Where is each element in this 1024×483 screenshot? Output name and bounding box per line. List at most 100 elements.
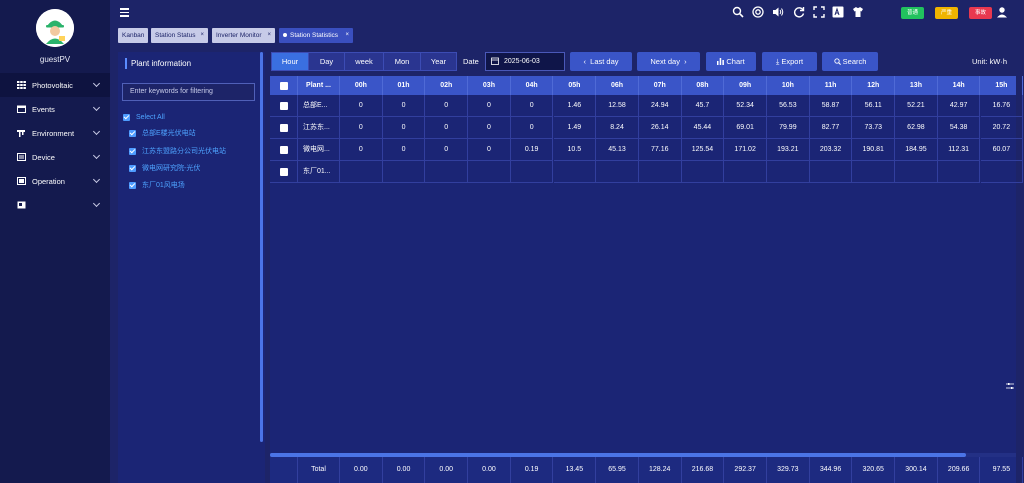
chevron-down-icon (92, 151, 101, 160)
value-cell: 24.94 (638, 95, 682, 117)
column-header[interactable]: 03h (468, 76, 511, 95)
column-header[interactable]: Plant ... (298, 76, 340, 95)
checkbox-checked-icon (129, 164, 136, 172)
refresh-icon[interactable] (793, 6, 805, 18)
value-cell: 0 (425, 95, 469, 117)
language-icon[interactable] (832, 6, 844, 18)
tab-station-statistics[interactable]: Station Statistics × (279, 28, 353, 43)
period-hour-button[interactable]: Hour (271, 52, 309, 71)
date-picker-input[interactable]: 2025-06-03 (485, 52, 565, 71)
table-row[interactable]: 东厂01... (270, 161, 1024, 183)
close-icon[interactable]: × (345, 28, 349, 43)
column-header[interactable]: 06h (596, 76, 639, 95)
plant-tree-item[interactable]: 东厂01风电场 (129, 179, 185, 191)
sidebar-item-device[interactable]: Device (0, 145, 110, 169)
column-settings-icon[interactable] (1006, 382, 1014, 390)
table-row[interactable]: 微电网... 0 0 0 0 0.19 10.5 45.13 77.16 125.54 171.02… (270, 139, 1024, 161)
value-cell: 56.11 (852, 95, 896, 117)
column-header[interactable]: 07h (639, 76, 682, 95)
export-button[interactable]: ⤓ Export (762, 52, 817, 71)
value-cell: 69.01 (724, 117, 767, 139)
row-checkbox[interactable] (280, 102, 288, 110)
column-header[interactable]: 01h (383, 76, 426, 95)
chevron-down-icon (92, 103, 101, 112)
row-checkbox[interactable] (280, 124, 288, 132)
badge-label: 严重 (940, 10, 952, 16)
total-value-cell: 128.24 (639, 457, 682, 483)
search-button[interactable]: Search (822, 52, 878, 71)
column-header[interactable]: 12h (852, 76, 896, 95)
column-header[interactable]: 05h (554, 76, 597, 95)
sidebar-item-photovoltaic[interactable]: Photovoltaic (0, 73, 110, 97)
total-value-cell: 0.19 (511, 457, 554, 483)
sidebar-item-events[interactable]: Events (0, 97, 110, 121)
fullscreen-icon[interactable] (813, 6, 825, 18)
column-header[interactable]: 15h (981, 76, 1024, 95)
column-header[interactable]: 10h (767, 76, 810, 95)
plant-label: 微电网研究院-光伏 (142, 165, 201, 172)
alarm-normal-badge[interactable]: 普通 (901, 7, 924, 19)
value-cell: 45.44 (681, 117, 725, 139)
value-cell (340, 161, 383, 183)
value-cell: 0 (468, 117, 511, 139)
tab-station-status[interactable]: Station Status × (151, 28, 208, 43)
last-day-button[interactable]: ‹ Last day (570, 52, 632, 71)
panel-scrollbar[interactable] (260, 52, 263, 442)
support-icon[interactable] (752, 6, 764, 18)
next-day-button[interactable]: Next day › (637, 52, 700, 71)
period-month-button[interactable]: Mon (383, 52, 421, 71)
value-cell: 0 (382, 95, 426, 117)
sidebar-item-report[interactable] (0, 193, 110, 217)
table-row[interactable]: 总部E... 0 0 0 0 0 1.46 12.58 24.94 45.7 52.34 56.53 5… (270, 95, 1024, 117)
value-cell: 1.46 (553, 95, 597, 117)
alarm-serious-badge[interactable]: 严重 (935, 7, 958, 19)
chevron-down-icon (92, 79, 101, 88)
alarm-accident-badge[interactable]: 事故 (969, 7, 992, 19)
total-value-cell: 0.00 (425, 457, 469, 483)
active-dot-icon (283, 33, 287, 38)
value-cell: 42.97 (937, 95, 981, 117)
user-icon[interactable] (996, 6, 1008, 18)
column-header[interactable]: 14h (938, 76, 981, 95)
table-row[interactable]: 江苏东... 0 0 0 0 0 1.49 8.24 26.14 45.44 69.01 79.99 8… (270, 117, 1024, 139)
column-header[interactable]: 11h (810, 76, 853, 95)
plant-tree-item[interactable]: 总部E楼光伏电站 (129, 127, 196, 139)
column-header[interactable]: 09h (724, 76, 767, 95)
select-all-checkbox[interactable]: Select All (123, 111, 165, 123)
total-value-cell: 0.00 (383, 457, 426, 483)
value-cell (767, 161, 810, 183)
chart-label: Chart (726, 57, 745, 66)
tab-kanban[interactable]: Kanban (118, 28, 148, 43)
period-year-button[interactable]: Year (420, 52, 457, 71)
volume-icon[interactable] (772, 6, 784, 18)
period-week-button[interactable]: week (344, 52, 384, 71)
column-header[interactable]: 02h (425, 76, 469, 95)
plant-tree-item[interactable]: 江苏东盟路分公司光伏电站 (129, 145, 226, 157)
column-header[interactable]: 13h (895, 76, 938, 95)
plant-tree-item[interactable]: 微电网研究院-光伏 (129, 162, 200, 174)
row-checkbox[interactable] (280, 82, 288, 90)
column-header[interactable]: 08h (682, 76, 725, 95)
chart-button[interactable]: Chart (706, 52, 756, 71)
sidebar-item-environment[interactable]: Environment (0, 121, 110, 145)
sidebar-item-operation[interactable]: Operation (0, 169, 110, 193)
plant-filter-input[interactable]: Enter keywords for filtering (122, 83, 255, 101)
table-header: Plant ... 00h 01h 02h 03h 04h 05h 06h 07h 08h 09h 1… (270, 76, 1024, 95)
menu-toggle-icon[interactable] (120, 8, 129, 17)
close-icon[interactable]: × (267, 28, 271, 43)
row-checkbox[interactable] (280, 168, 288, 176)
column-header[interactable]: 00h (340, 76, 383, 95)
sidebar-item-label: Device (32, 152, 55, 162)
avatar[interactable] (36, 9, 74, 47)
period-day-button[interactable]: Day (308, 52, 345, 71)
total-value-cell: 216.68 (682, 457, 725, 483)
tab-inverter-monitor[interactable]: Inverter Monitor × (212, 28, 275, 43)
device-icon (17, 153, 26, 161)
value-cell: 73.73 (852, 117, 896, 139)
close-icon[interactable]: × (200, 28, 204, 43)
search-icon[interactable] (732, 6, 744, 18)
theme-shirt-icon[interactable] (852, 6, 864, 18)
sidebar-item-label: Events (32, 104, 55, 114)
column-header[interactable]: 04h (511, 76, 554, 95)
row-checkbox[interactable] (280, 146, 288, 154)
